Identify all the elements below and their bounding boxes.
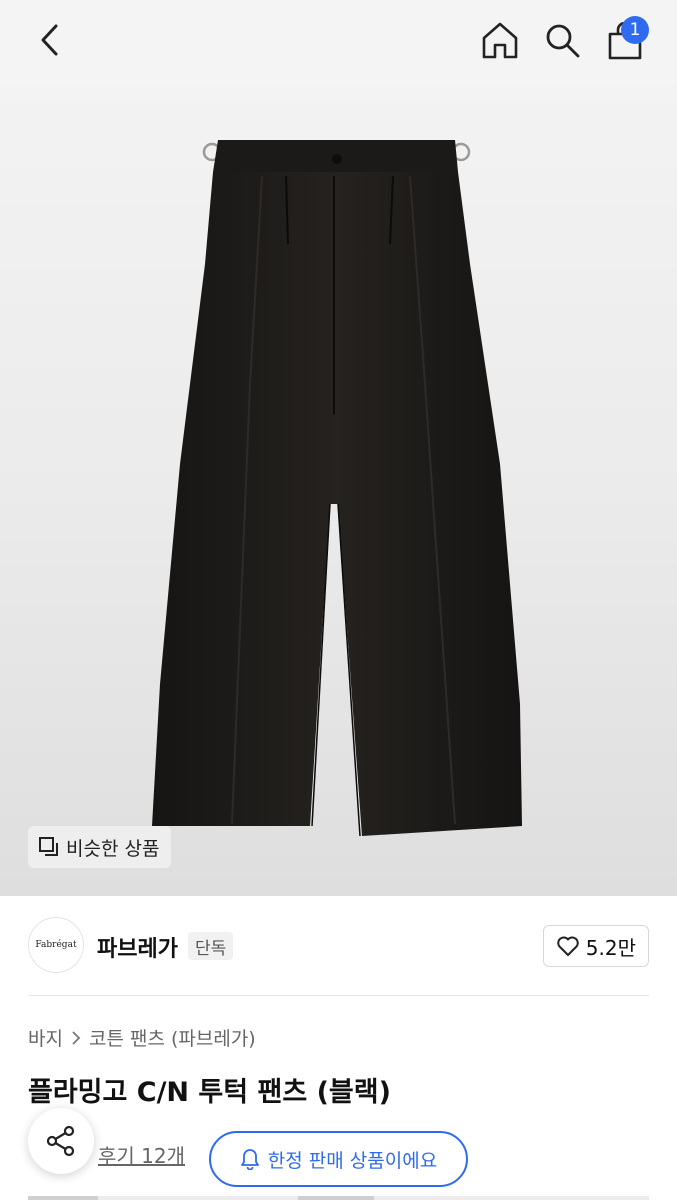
pants-image [152,140,522,837]
brand-name[interactable]: 파브레가 [97,931,178,963]
similar-products-label: 비슷한 상품 [66,837,160,860]
bottom-strip [28,1196,649,1200]
back-button[interactable] [30,20,70,60]
bell-icon [240,1149,259,1170]
share-button[interactable] [28,1108,94,1174]
product-title: 플라밍고 C/N 투턱 팬츠 (블랙) [28,1077,391,1108]
like-count: 5.2만 [585,935,636,960]
search-button[interactable] [540,18,584,62]
like-button[interactable]: 5.2만 [542,925,649,967]
share-icon [46,1125,75,1157]
similar-products-button[interactable]: 비슷한 상품 [28,826,172,868]
heart-icon [557,936,579,956]
exclusive-badge: 단독 [188,932,234,960]
chevron-right-icon [72,1030,81,1045]
home-button[interactable] [478,18,522,62]
strip-segment [298,1196,374,1200]
divider [28,995,649,996]
strip-segment [28,1196,98,1200]
back-icon [41,24,58,56]
limited-sale-button[interactable]: 한정 판매 상품이에요 [209,1131,468,1187]
breadcrumb-subcategory[interactable]: 코튼 팬츠 (파브레가) [89,1024,256,1051]
limited-sale-label: 한정 판매 상품이에요 [267,1149,438,1172]
brand-row: Fabrégat 파브레가 단독 5.2만 [28,915,649,975]
reviews-link[interactable]: 후기 12개 [98,1140,185,1169]
search-icon [546,24,580,58]
home-icon [482,22,518,59]
breadcrumb-category[interactable]: 바지 [28,1024,63,1051]
product-image[interactable] [0,84,677,896]
brand-logo[interactable]: Fabrégat [28,917,84,973]
breadcrumb: 바지 코튼 팬츠 (파브레가) [28,1024,256,1051]
cart-count-badge: 1 [621,16,649,44]
copy-icon [39,837,58,856]
